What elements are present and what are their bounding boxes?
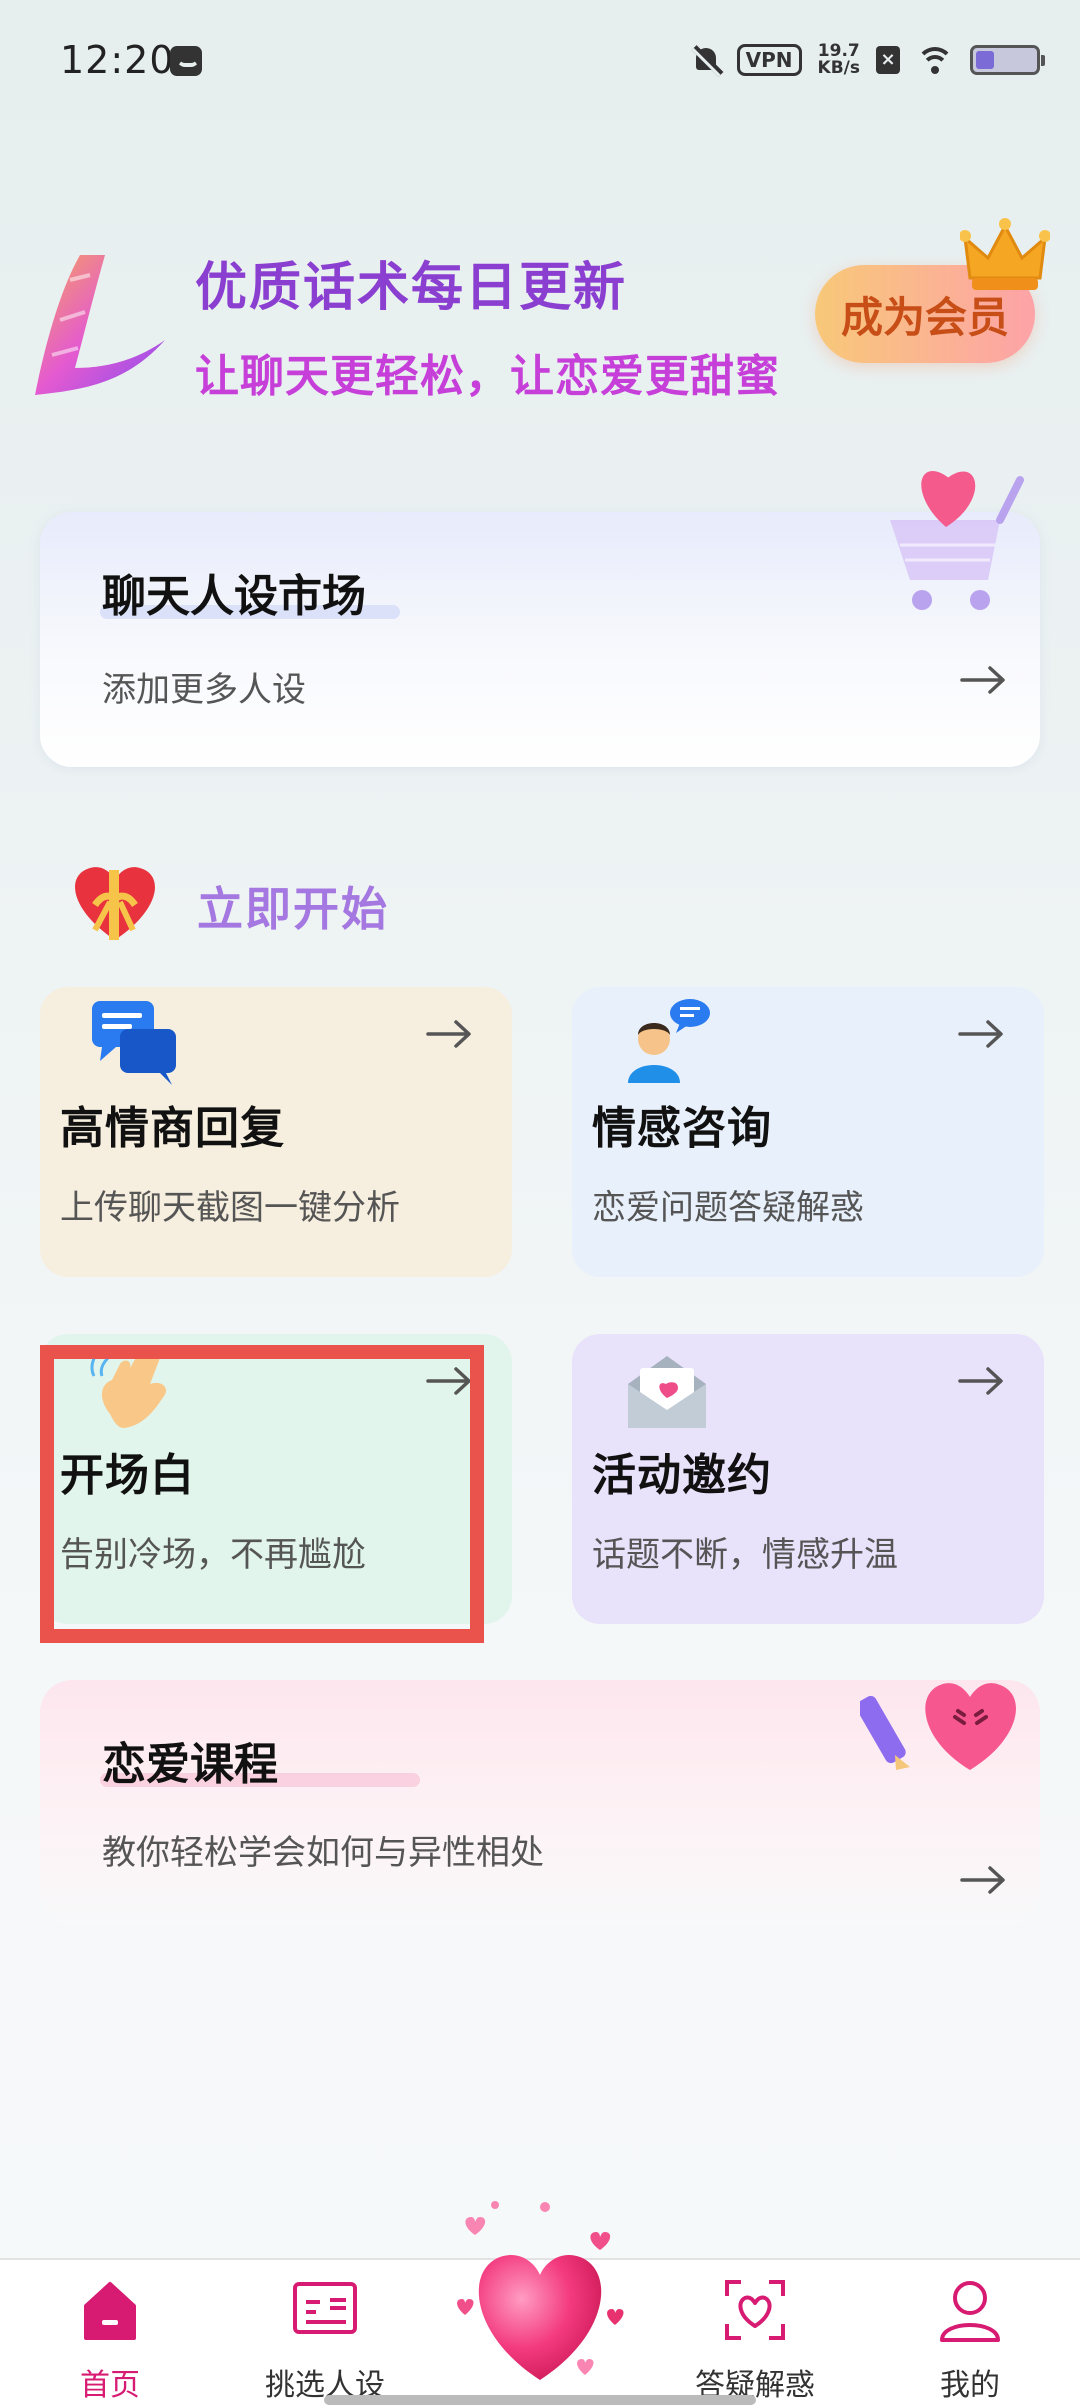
emotional-consult-subtitle: 恋爱问题答疑解惑 (592, 1188, 864, 1228)
persona-market-title: 聊天人设市场 (102, 571, 366, 622)
high-eq-reply-title: 高情商回复 (60, 1103, 285, 1154)
nav-home[interactable]: 首页 (30, 2278, 190, 2403)
person-chat-icon (628, 999, 710, 1083)
user-icon (940, 2281, 1000, 2342)
waving-hand-icon (90, 1348, 167, 1428)
banner-title: 优质话术每日更新 (195, 258, 628, 318)
emotional-consult-title: 情感咨询 (592, 1103, 772, 1154)
bell-off-icon (691, 45, 721, 75)
opening-line-subtitle: 告别冷场，不再尴尬 (60, 1535, 366, 1575)
center-heart-button-icon[interactable] (435, 2195, 645, 2395)
arrow-right-icon (960, 1866, 1005, 1894)
arrow-right-icon (960, 666, 1005, 694)
heart-scan-icon (725, 2280, 785, 2340)
home-indicator (324, 2395, 756, 2405)
date-invite-title: 活动邀约 (592, 1450, 772, 1501)
high-eq-reply-card[interactable]: 高情商回复 上传聊天截图一键分析 (40, 987, 512, 1277)
battery-icon (970, 45, 1045, 75)
home-icon (84, 2282, 136, 2340)
high-eq-reply-subtitle: 上传聊天截图一键分析 (60, 1188, 400, 1228)
heart-pencil-icon (860, 1683, 1016, 1770)
nav-mine-label: 我的 (940, 2368, 1000, 2403)
status-bar: 12:20 VPN 19.7 KB/s × (0, 0, 1080, 120)
message-notification-icon (170, 46, 202, 76)
nav-pick-persona[interactable]: 挑选人设 (245, 2278, 405, 2403)
persona-market-subtitle: 添加更多人设 (102, 670, 306, 710)
arrow-right-icon (426, 1020, 471, 1048)
nav-home-label: 首页 (80, 2368, 140, 2403)
wifi-icon (916, 45, 954, 75)
love-course-subtitle: 教你轻松学会如何与异性相处 (102, 1833, 544, 1873)
opening-line-title: 开场白 (60, 1450, 195, 1501)
arrow-right-icon (426, 1367, 471, 1395)
app-logo-icon (35, 255, 165, 395)
chat-bubbles-icon (92, 1001, 176, 1085)
gift-heart-icon (75, 867, 155, 940)
love-letter-icon (628, 1356, 706, 1428)
vpn-badge: VPN (736, 44, 802, 76)
arrow-right-icon (958, 1367, 1003, 1395)
id-card-icon (293, 2282, 357, 2334)
status-time: 12:20 (60, 38, 175, 82)
heart-cart-icon (890, 471, 1024, 610)
start-section-title: 立即开始 (197, 882, 389, 936)
arrow-right-icon (958, 1020, 1003, 1048)
sim-off-icon: × (876, 46, 900, 74)
nav-mine[interactable]: 我的 (890, 2278, 1050, 2403)
crown-icon (960, 218, 1050, 290)
date-invite-card[interactable]: 活动邀约 话题不断，情感升温 (572, 1334, 1044, 1624)
banner-subtitle: 让聊天更轻松，让恋爱更甜蜜 (195, 351, 780, 402)
status-icons: VPN 19.7 KB/s × (691, 40, 1045, 80)
date-invite-subtitle: 话题不断，情感升温 (592, 1535, 898, 1575)
opening-line-card[interactable]: 开场白 告别冷场，不再尴尬 (40, 1334, 512, 1624)
speed-unit: KB/s (817, 58, 860, 78)
love-course-title: 恋爱课程 (102, 1739, 278, 1790)
emotional-consult-card[interactable]: 情感咨询 恋爱问题答疑解惑 (572, 987, 1044, 1277)
nav-qa[interactable]: 答疑解惑 (675, 2278, 835, 2403)
network-speed: 19.7 KB/s (818, 43, 860, 77)
